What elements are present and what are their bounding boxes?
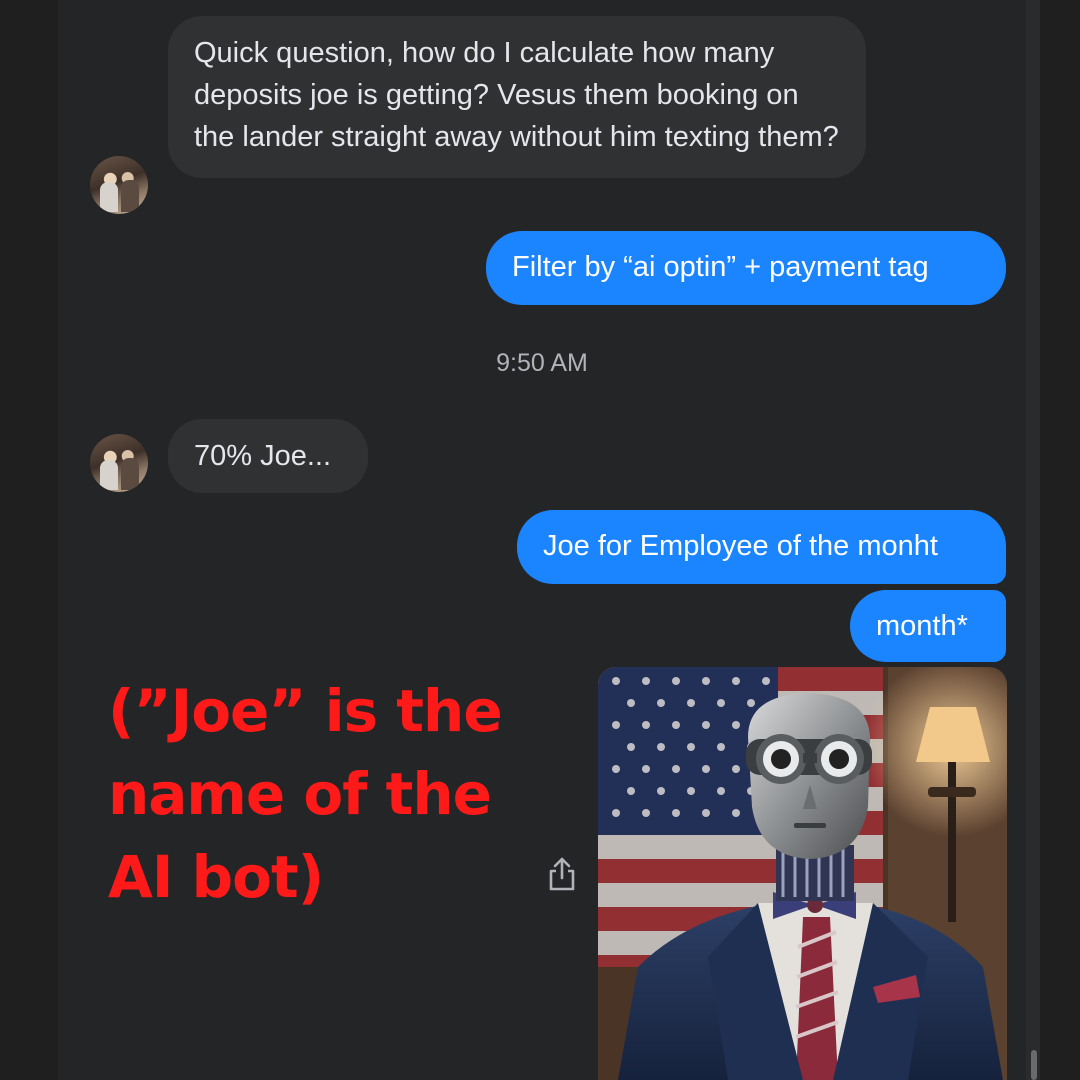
scrollbar-thumb[interactable]: [1031, 1050, 1037, 1080]
chat-screen: Quick question, how do I calculate how m…: [0, 0, 1080, 1080]
avatar[interactable]: [90, 434, 148, 492]
share-icon[interactable]: [546, 856, 578, 892]
message-bubble-incoming[interactable]: 70% Joe...: [168, 419, 368, 493]
message-bubble-outgoing[interactable]: month*: [850, 590, 1006, 662]
message-bubble-outgoing[interactable]: Joe for Employee of the monht: [517, 510, 1006, 584]
avatar[interactable]: [90, 156, 148, 214]
message-timestamp: 9:50 AM: [496, 349, 588, 377]
annotation-overlay: (”Joe” is the name of the AI bot): [108, 677, 503, 911]
image-attachment-robot[interactable]: [598, 667, 1007, 1080]
scrollbar[interactable]: [1026, 0, 1040, 1080]
message-bubble-outgoing[interactable]: Filter by “ai optin” + payment tag: [486, 231, 1006, 305]
left-frame: [0, 0, 58, 1080]
message-bubble-incoming[interactable]: Quick question, how do I calculate how m…: [168, 16, 866, 178]
